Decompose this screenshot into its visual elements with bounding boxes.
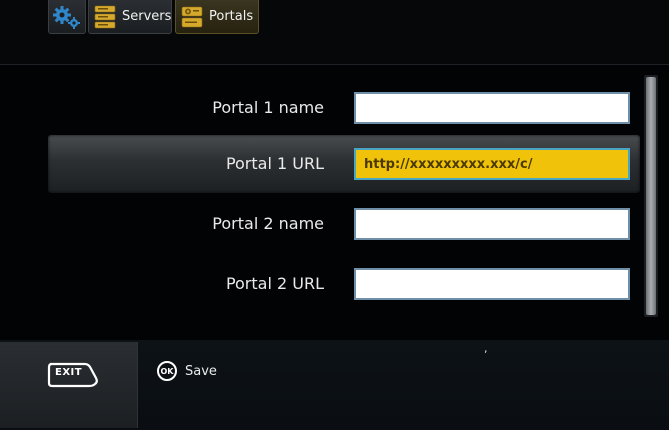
form-row-portal1-url[interactable]: Portal 1 URL — [48, 135, 640, 193]
top-toolbar: Servers Portals — [0, 0, 669, 36]
tab-portals[interactable]: Portals — [175, 0, 259, 34]
ok-key-icon: OK — [157, 361, 177, 381]
portal1-name-label: Portal 1 name — [212, 98, 324, 117]
server-icon — [93, 4, 117, 30]
portal2-name-label: Portal 2 name — [212, 214, 324, 233]
bottom-bar: , EXIT OK Save — [0, 340, 669, 430]
exit-button[interactable]: EXIT — [0, 342, 138, 428]
tab-portals-label: Portals — [209, 9, 254, 24]
form-row-portal2-url: Portal 2 URL — [48, 255, 640, 313]
form-scrollbar[interactable] — [644, 75, 658, 317]
exit-label: EXIT — [55, 367, 83, 378]
save-label: Save — [185, 363, 217, 379]
app-screen: Servers Portals Portal 1 name Portal 1 U… — [0, 0, 669, 430]
tab-servers[interactable]: Servers — [88, 0, 172, 34]
gear-icon — [52, 4, 82, 30]
form-row-portal2-name: Portal 2 name — [48, 195, 640, 253]
scrollbar-thumb[interactable] — [646, 77, 656, 315]
save-button[interactable]: OK Save — [157, 360, 217, 382]
portal2-url-input[interactable] — [354, 268, 630, 300]
portal2-url-label: Portal 2 URL — [225, 274, 324, 293]
portal1-url-label: Portal 1 URL — [225, 154, 324, 173]
portal2-name-input[interactable] — [354, 208, 630, 240]
stray-mark: , — [484, 342, 488, 355]
form-row-portal1-name: Portal 1 name — [48, 79, 640, 137]
settings-button[interactable] — [48, 0, 86, 34]
portal1-url-input[interactable] — [354, 148, 630, 180]
portal-form-panel: Portal 1 name Portal 1 URL Portal 2 name… — [0, 64, 669, 341]
portal-settings-icon — [180, 4, 204, 30]
portal1-name-input[interactable] — [354, 92, 630, 124]
tab-servers-label: Servers — [122, 9, 172, 24]
